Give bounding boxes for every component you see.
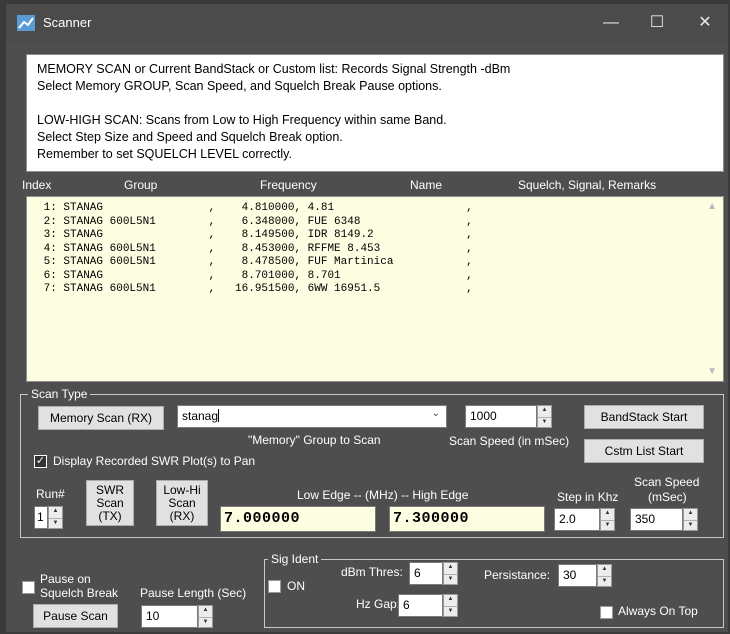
step-input[interactable]: 2.0 — [554, 508, 600, 531]
pause-on-squelch-label-1: Pause on — [40, 572, 91, 586]
column-header-name: Name — [410, 178, 443, 192]
run-stepper[interactable]: ▲ ▼ — [48, 506, 63, 529]
bandstack-start-button[interactable]: BandStack Start — [584, 405, 704, 429]
pause-length-input[interactable]: 10 — [141, 605, 198, 628]
spin-up-icon[interactable]: ▲ — [199, 606, 212, 617]
spin-up-icon[interactable]: ▲ — [538, 406, 551, 417]
step-caption: Step in Khz — [557, 490, 619, 504]
info-line — [37, 95, 723, 112]
edge-caption: Low Edge -- (MHz) -- High Edge — [297, 488, 469, 502]
scanner-app-icon — [17, 15, 35, 31]
list-row[interactable]: 7: STANAG 600L5N1 , 16.951500, 6WW 16951… — [37, 283, 723, 297]
spin-down-icon[interactable]: ▼ — [684, 519, 697, 531]
title-bar[interactable]: Scanner — ☐ ✕ — [6, 4, 728, 42]
pause-on-squelch-label-2: Squelch Break — [40, 586, 119, 600]
pause-on-squelch-checkbox[interactable] — [22, 581, 35, 594]
display-swr-label: Display Recorded SWR Plot(s) to Pan — [53, 454, 256, 468]
list-row[interactable]: 3: STANAG , 8.149500, IDR 8149.2 , — [37, 229, 723, 243]
cstm-list-start-button[interactable]: Cstm List Start — [584, 439, 704, 463]
persistance-stepper[interactable]: ▲ ▼ — [597, 564, 612, 587]
info-line: Select Step Size and Speed and Squelch B… — [37, 130, 343, 144]
spin-down-icon[interactable]: ▼ — [199, 616, 212, 628]
spin-down-icon[interactable]: ▼ — [538, 416, 551, 428]
window-title: Scanner — [43, 15, 92, 30]
info-line: LOW-HIGH SCAN: Scans from Low to High Fr… — [37, 113, 447, 127]
spin-up-icon[interactable]: ▲ — [444, 563, 457, 574]
speed-input[interactable]: 350 — [630, 508, 683, 531]
scanner-window: Scanner — ☐ ✕ MEMORY SCAN or Current Ban… — [6, 4, 728, 632]
persistance-input[interactable]: 30 — [558, 564, 597, 587]
run-input[interactable]: 1 — [34, 506, 48, 529]
always-on-top-checkbox[interactable] — [600, 606, 613, 619]
sig-ident-on-checkbox[interactable] — [268, 580, 281, 593]
spin-up-icon[interactable]: ▲ — [684, 509, 697, 520]
group-caption: "Memory" Group to Scan — [248, 433, 381, 447]
memory-scan-button[interactable]: Memory Scan (RX) — [38, 406, 164, 430]
persistance-label: Persistance: — [484, 568, 551, 582]
scan-speed-stepper[interactable]: ▲ ▼ — [537, 405, 552, 428]
chevron-down-icon[interactable]: ⌄ — [432, 408, 440, 419]
info-line: Select Memory GROUP, Scan Speed, and Squ… — [37, 79, 442, 93]
info-line: MEMORY SCAN or Current BandStack or Cust… — [37, 62, 511, 76]
scan-type-legend: Scan Type — [28, 387, 91, 401]
hz-gap-label: Hz Gap: — [356, 597, 401, 611]
spin-up-icon[interactable]: ▲ — [49, 507, 62, 518]
speed-caption-1: Scan Speed — [634, 475, 700, 489]
group-select-value: stanag — [182, 409, 219, 423]
maximize-button[interactable]: ☐ — [634, 4, 680, 42]
minimize-button[interactable]: — — [588, 4, 634, 42]
info-text-box[interactable]: MEMORY SCAN or Current BandStack or Cust… — [26, 54, 724, 172]
list-row[interactable]: 4: STANAG 600L5N1 , 8.453000, RFFME 8.45… — [37, 243, 723, 257]
spin-up-icon[interactable]: ▲ — [444, 595, 457, 606]
low-hi-scan-button[interactable]: Low-Hi Scan (RX) — [156, 480, 208, 526]
low-edge-input[interactable]: 7.000000 — [220, 506, 376, 532]
step-stepper[interactable]: ▲ ▼ — [600, 508, 615, 531]
high-edge-input[interactable]: 7.300000 — [389, 506, 545, 532]
info-line: Remember to set SQUELCH LEVEL correctly. — [37, 147, 292, 161]
pause-length-label: Pause Length (Sec) — [140, 586, 247, 600]
speed-stepper[interactable]: ▲ ▼ — [683, 508, 698, 531]
column-header-frequency: Frequency — [260, 178, 317, 192]
sig-ident-legend: Sig Ident — [268, 552, 322, 566]
dbm-thres-label: dBm Thres: — [341, 565, 403, 579]
run-label: Run# — [36, 487, 65, 501]
memory-list[interactable]: 1: STANAG , 4.810000, 4.81 , 2: STANAG 6… — [26, 196, 724, 382]
scroll-down-icon[interactable]: ▼ — [707, 366, 717, 377]
column-header-remarks: Squelch, Signal, Remarks — [518, 178, 657, 192]
pause-length-stepper[interactable]: ▲ ▼ — [198, 605, 213, 628]
spin-up-icon[interactable]: ▲ — [601, 509, 614, 520]
swr-scan-label-3: (TX) — [98, 509, 122, 523]
list-row[interactable]: 1: STANAG , 4.810000, 4.81 , — [37, 202, 723, 216]
dbm-thres-input[interactable]: 6 — [409, 562, 443, 585]
spin-down-icon[interactable]: ▼ — [601, 519, 614, 531]
display-swr-checkbox[interactable]: ✓ — [34, 455, 47, 468]
close-button[interactable]: ✕ — [682, 4, 728, 42]
column-header-group: Group — [124, 178, 158, 192]
spin-down-icon[interactable]: ▼ — [49, 517, 62, 529]
spin-down-icon[interactable]: ▼ — [444, 573, 457, 585]
speed-caption-2: (mSec) — [648, 490, 687, 504]
spin-up-icon[interactable]: ▲ — [598, 565, 611, 576]
column-header-index: Index — [22, 178, 52, 192]
hz-gap-input[interactable]: 6 — [398, 594, 443, 617]
spin-down-icon[interactable]: ▼ — [444, 605, 457, 617]
swr-scan-button[interactable]: SWR Scan (TX) — [86, 480, 134, 526]
spin-down-icon[interactable]: ▼ — [598, 575, 611, 587]
list-row[interactable]: 5: STANAG 600L5N1 , 8.478500, FUF Martin… — [37, 256, 723, 270]
always-on-top-label: Always On Top — [618, 604, 698, 618]
list-row[interactable]: 2: STANAG 600L5N1 , 6.348000, FUE 6348 , — [37, 216, 723, 230]
scan-speed-caption: Scan Speed (in mSec) — [449, 434, 570, 448]
dbm-thres-stepper[interactable]: ▲ ▼ — [443, 562, 458, 585]
list-row[interactable]: 6: STANAG , 8.701000, 8.701 , — [37, 270, 723, 284]
scan-speed-input[interactable]: 1000 — [465, 405, 537, 428]
memory-list-rows: 1: STANAG , 4.810000, 4.81 , 2: STANAG 6… — [27, 197, 723, 297]
sig-ident-on-label: ON — [287, 579, 305, 593]
low-hi-scan-label-3: (RX) — [169, 509, 195, 523]
hz-gap-stepper[interactable]: ▲ ▼ — [443, 594, 458, 617]
group-select[interactable]: stanag ⌄ — [177, 405, 447, 428]
pause-scan-button[interactable]: Pause Scan — [33, 604, 118, 628]
scroll-up-icon[interactable]: ▲ — [707, 201, 717, 212]
